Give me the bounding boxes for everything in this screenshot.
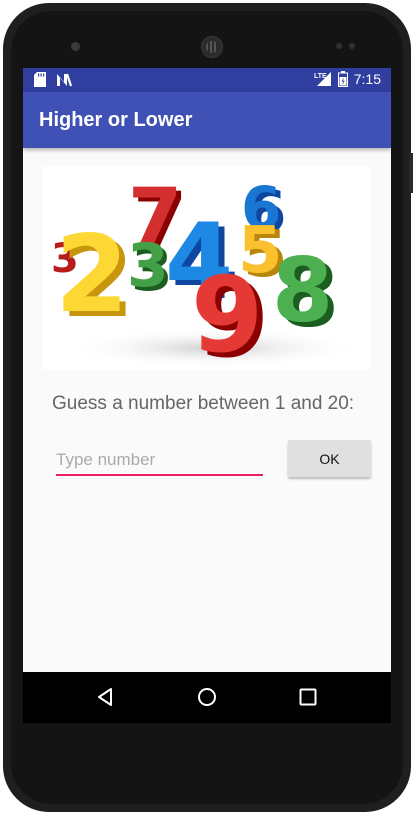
earpiece-speaker [201, 36, 223, 58]
app-bar: Higher or Lower [23, 92, 391, 148]
numbers-hero-image: 6 6 7 7 5 5 3 3 3 4 4 2 2 8 8 9 9 [43, 166, 371, 381]
device-screen: LTE 7:15 Higher or Lower 6 6 7 7 5 5 3 3… [23, 68, 391, 723]
svg-text:2: 2 [55, 213, 129, 336]
status-notifications [34, 72, 72, 87]
n-notification-icon [57, 73, 72, 86]
home-icon[interactable] [196, 686, 218, 708]
proximity-sensor [336, 43, 342, 49]
app-title: Higher or Lower [39, 109, 193, 131]
light-sensor [349, 43, 355, 49]
front-camera [71, 42, 80, 51]
battery-icon [337, 71, 348, 87]
status-system: LTE 7:15 [314, 71, 381, 87]
navigation-bar [23, 672, 391, 723]
recents-icon[interactable] [297, 686, 319, 708]
guess-prompt: Guess a number between 1 and 20: [52, 393, 355, 414]
ok-button[interactable]: OK [288, 440, 371, 477]
volume-button [409, 153, 413, 193]
back-icon[interactable] [95, 686, 117, 708]
status-time: 7:15 [353, 71, 381, 87]
status-bar: LTE 7:15 [23, 68, 391, 92]
sd-card-icon [34, 72, 46, 87]
lte-signal-icon: LTE [314, 72, 331, 86]
svg-text:8: 8 [272, 239, 333, 342]
number-input[interactable] [56, 446, 263, 476]
svg-text:9: 9 [191, 254, 263, 370]
